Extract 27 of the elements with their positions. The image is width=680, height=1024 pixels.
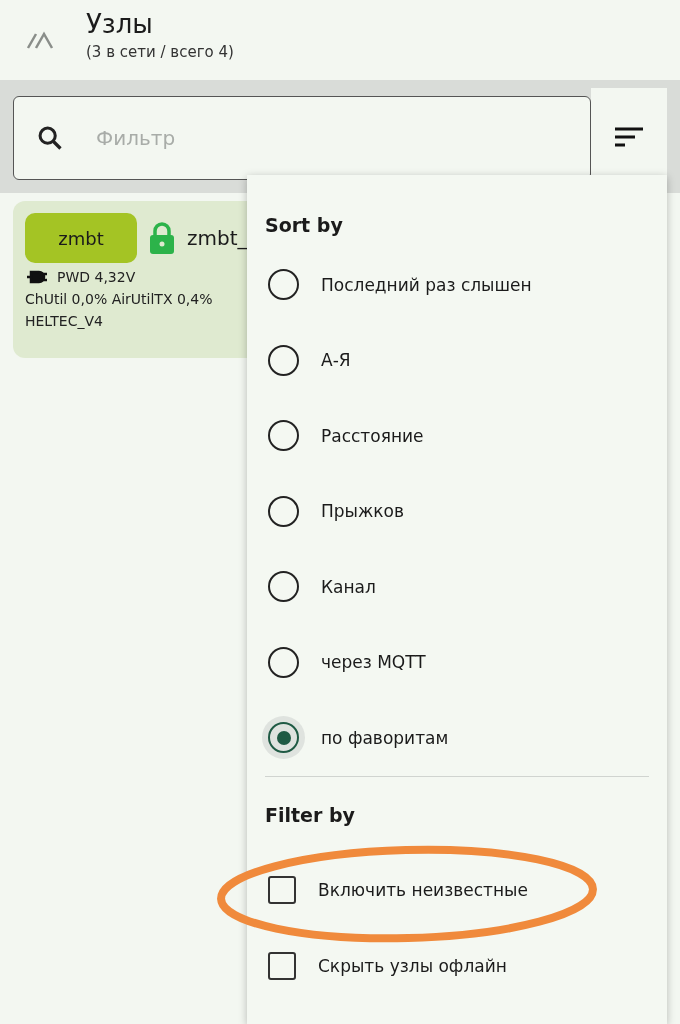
filter-field[interactable]: Фильтр bbox=[13, 95, 591, 180]
radio-button[interactable] bbox=[268, 646, 299, 678]
sort-option[interactable]: Прыжков bbox=[247, 473, 667, 549]
checkbox[interactable] bbox=[268, 876, 296, 905]
radio-button[interactable] bbox=[268, 571, 299, 603]
filter-heading: Filter by bbox=[264, 802, 356, 828]
radio-button[interactable] bbox=[268, 269, 299, 301]
node-short-name: zmbt bbox=[25, 213, 137, 263]
radio-button[interactable] bbox=[268, 344, 299, 376]
sort-icon bbox=[614, 126, 644, 147]
node-count: (3 в сети / всего 4) bbox=[86, 43, 234, 61]
channel-stats: ChUtil 0,0% AirUtilTX 0,4% bbox=[25, 291, 214, 307]
sort-option[interactable]: Канал bbox=[247, 549, 667, 625]
plug-icon bbox=[25, 269, 49, 285]
filter-option[interactable]: Скрыть узлы офлайн bbox=[247, 928, 667, 1004]
sort-option[interactable]: по фаворитам bbox=[247, 700, 667, 776]
filter-input[interactable]: Фильтр bbox=[94, 124, 590, 151]
power-reading: PWD 4,32V bbox=[57, 269, 136, 285]
sort-option[interactable]: через MQTT bbox=[247, 624, 667, 700]
radio-button[interactable] bbox=[268, 420, 299, 452]
hardware-model: HELTEC_V4 bbox=[25, 313, 104, 329]
radio-button[interactable] bbox=[268, 495, 299, 527]
screen-title: Узлы bbox=[86, 9, 154, 39]
checkbox[interactable] bbox=[268, 951, 296, 980]
sort-option[interactable]: Расстояние bbox=[247, 398, 667, 474]
filter-option[interactable]: Включить неизвестные bbox=[247, 852, 667, 928]
node-long-name: zmbt_ bbox=[187, 226, 248, 250]
